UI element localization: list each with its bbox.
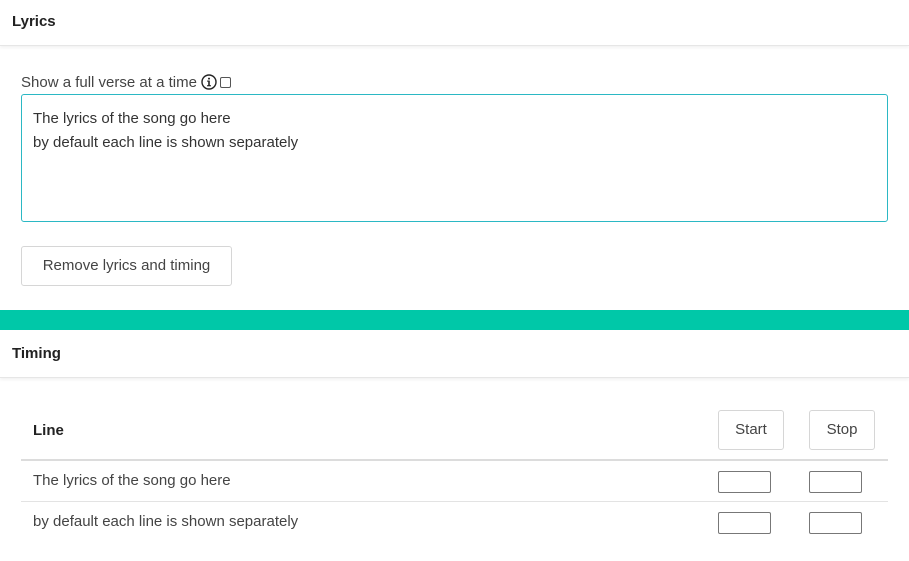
row-lyric-text: The lyrics of the song go here: [33, 472, 231, 489]
table-row: The lyrics of the song go here: [21, 461, 888, 502]
stop-button[interactable]: Stop: [809, 410, 875, 450]
lyrics-section-title: Lyrics: [0, 0, 909, 46]
lyrics-textarea[interactable]: The lyrics of the song go here by defaul…: [21, 94, 888, 222]
info-icon[interactable]: [201, 74, 217, 90]
table-row: by default each line is shown separately: [21, 502, 888, 542]
row-lyric-text: by default each line is shown separately: [33, 513, 299, 530]
verse-option-row: Show a full verse at a time: [21, 72, 231, 92]
section-divider-bar: [0, 310, 909, 330]
timing-table-header: Line Start Stop: [21, 404, 888, 461]
stop-time-input[interactable]: [809, 471, 862, 493]
verse-option-label: Show a full verse at a time: [21, 73, 197, 91]
timing-section-title: Timing: [0, 330, 909, 378]
verse-option-checkbox[interactable]: [219, 76, 231, 88]
column-header-line: Line: [33, 422, 64, 439]
start-time-input[interactable]: [718, 471, 771, 493]
timing-table: Line Start Stop The lyrics of the song g…: [21, 404, 888, 542]
stop-time-input[interactable]: [809, 512, 862, 534]
start-time-input[interactable]: [718, 512, 771, 534]
remove-lyrics-button[interactable]: Remove lyrics and timing: [21, 246, 232, 286]
start-button[interactable]: Start: [718, 410, 784, 450]
